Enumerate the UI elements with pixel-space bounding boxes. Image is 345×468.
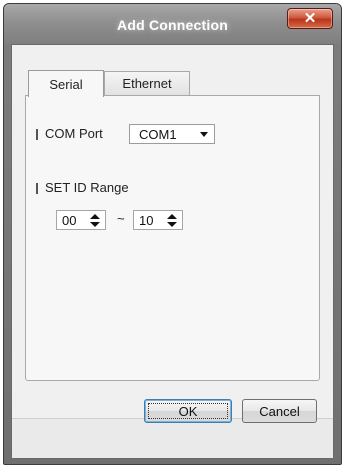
button-bar [12,418,333,458]
ok-button[interactable]: OK [144,399,232,423]
set-id-to-value: 10 [139,213,154,228]
close-button[interactable]: ✕ [287,8,333,29]
spin-buttons[interactable] [90,214,100,227]
dialog-client-area: Serial Ethernet COM Port COM1 SET ID Ran… [11,44,334,459]
set-id-to-stepper[interactable]: 10 [133,210,183,230]
set-id-range-label: SET ID Range [45,180,129,195]
com-port-select[interactable]: COM1 [129,124,215,144]
cancel-button-label: Cancel [259,403,300,419]
set-id-from-value: 00 [62,213,77,228]
chevron-down-icon[interactable] [200,132,208,137]
com-port-label: COM Port [45,126,103,141]
title-bar[interactable]: Add Connection ✕ [4,4,341,44]
set-id-from-stepper[interactable]: 00 [56,210,106,230]
arrow-down-icon[interactable] [167,222,177,227]
cancel-button[interactable]: Cancel [242,399,317,423]
com-port-marker [36,129,38,140]
tab-serial[interactable]: Serial [28,70,104,97]
spin-buttons[interactable] [167,214,177,227]
com-port-value: COM1 [139,127,177,142]
focus-rectangle [148,403,228,419]
arrow-down-icon[interactable] [90,222,100,227]
range-separator: ~ [117,211,125,226]
arrow-up-icon[interactable] [167,214,177,219]
set-id-range-marker [36,183,38,194]
tab-ethernet[interactable]: Ethernet [104,71,190,95]
arrow-up-icon[interactable] [90,214,100,219]
dialog-window: Add Connection ✕ Serial Ethernet COM Por… [3,3,342,465]
close-icon: ✕ [303,10,317,27]
